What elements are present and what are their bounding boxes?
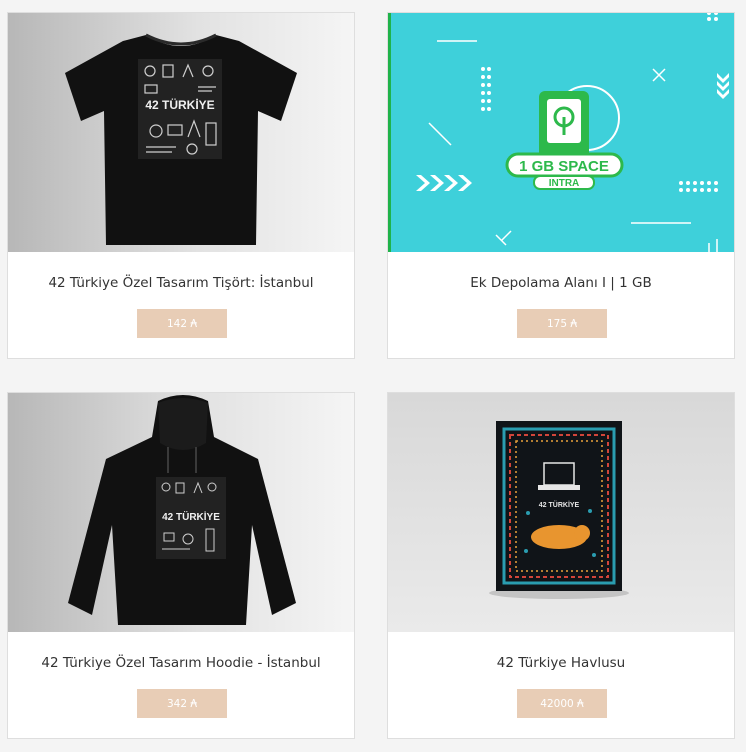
product-card-towel[interactable]: 42 TÜRKİYE 42 Türkiye Havlusu 42000 ₳: [387, 392, 735, 739]
hoodie-print-logo-text: 42 TÜRKİYE: [162, 510, 220, 523]
price-button[interactable]: 42000 ₳: [517, 689, 607, 718]
product-title[interactable]: 42 Türkiye Özel Tasarım Hoodie - İstanbu…: [8, 655, 354, 671]
towel-print-logo-text: 42 TÜRKİYE: [539, 500, 580, 509]
storage-banner-title: 1 GB SPACE: [519, 158, 609, 175]
product-card-storage[interactable]: 1 GB SPACE INTRA Ek Depolama Alanı I | 1…: [387, 12, 735, 359]
product-card-hoodie[interactable]: 42 TÜRKİYE 42 Türkiye Özel Tasarım Hoodi…: [7, 392, 355, 739]
product-image-tshirt[interactable]: 42 TÜRKİYE: [8, 13, 354, 252]
product-title[interactable]: 42 Türkiye Özel Tasarım Tişört: İstanbul: [8, 275, 354, 291]
product-title[interactable]: Ek Depolama Alanı I | 1 GB: [388, 275, 734, 291]
product-image-towel[interactable]: 42 TÜRKİYE: [388, 393, 734, 632]
product-title[interactable]: 42 Türkiye Havlusu: [388, 655, 734, 671]
price-button[interactable]: 342 ₳: [137, 689, 227, 718]
storage-banner-subtitle: INTRA: [549, 178, 580, 189]
product-card-tshirt[interactable]: 42 TÜRKİYE 42 Türkiye Özel Tasarım Tişör…: [7, 12, 355, 359]
product-image-storage[interactable]: 1 GB SPACE INTRA: [388, 13, 734, 252]
tshirt-print-logo-text: 42 TÜRKİYE: [145, 97, 214, 112]
price-button[interactable]: 142 ₳: [137, 309, 227, 338]
price-button[interactable]: 175 ₳: [517, 309, 607, 338]
product-image-hoodie[interactable]: 42 TÜRKİYE: [8, 393, 354, 632]
